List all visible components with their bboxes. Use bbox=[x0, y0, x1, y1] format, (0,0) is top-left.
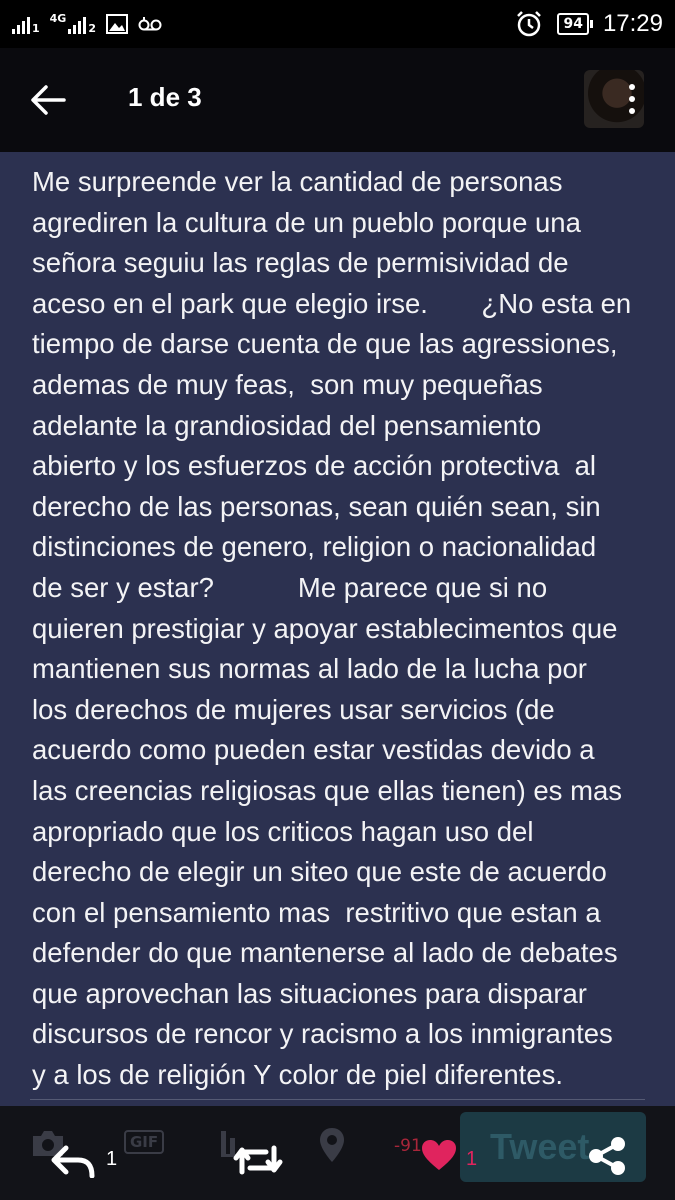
location-icon[interactable] bbox=[318, 1126, 346, 1164]
text-line: derecho de elegir un siteo que este de a… bbox=[32, 856, 607, 888]
voicemail-icon bbox=[138, 17, 162, 31]
bottom-action-bar: 1 GIF -91 Tweet 1 bbox=[0, 1106, 675, 1200]
text-panel: Me surpreende ver la cantidad de persona… bbox=[0, 152, 675, 1106]
text-line: que aprovechan las situaciones para disp… bbox=[32, 977, 587, 1009]
status-left: 1 4G 2 bbox=[12, 12, 162, 35]
text-line: aceso en el park que elegio irse. ¿No es… bbox=[32, 287, 632, 319]
body-text: Me surpreende ver la cantidad de persona… bbox=[32, 162, 675, 1096]
divider bbox=[30, 1099, 645, 1100]
sim1-label: 1 bbox=[32, 22, 40, 35]
text-line: agrediren la cultura de un pueblo porque… bbox=[32, 206, 581, 238]
top-app-bar: 1 de 3 bbox=[0, 48, 675, 152]
text-line: quieren prestigiar y apoyar establecimen… bbox=[32, 612, 618, 644]
network-type: 4G bbox=[49, 12, 67, 25]
text-line: acuerdo como pueden estar vestidas devid… bbox=[32, 734, 595, 766]
share-icon[interactable] bbox=[586, 1136, 628, 1176]
text-line: Me surpreende ver la cantidad de persona… bbox=[32, 166, 563, 197]
text-line: distinciones de genero, religion o nacio… bbox=[32, 531, 597, 563]
minus-count: -91 bbox=[394, 1136, 422, 1156]
text-line: de ser y estar? Me parece que si no bbox=[32, 571, 548, 603]
text-line: los derechos de mujeres usar servicios (… bbox=[32, 693, 555, 725]
status-bar: 1 4G 2 94 17:29 bbox=[0, 0, 675, 48]
status-right: 94 17:29 bbox=[515, 10, 663, 38]
retweet-icon[interactable] bbox=[232, 1144, 284, 1176]
sim2-label: 2 bbox=[88, 22, 96, 35]
text-line: tiempo de darse cuenta de que las agress… bbox=[32, 328, 618, 360]
battery-icon: 94 bbox=[557, 13, 594, 35]
text-line: señora seguiu las reglas de permisividad… bbox=[32, 247, 569, 279]
heart-icon[interactable] bbox=[420, 1138, 458, 1172]
text-line: abierto y los esfuerzos de acción protec… bbox=[32, 450, 597, 482]
back-arrow-icon[interactable] bbox=[28, 83, 68, 117]
status-time: 17:29 bbox=[602, 10, 663, 37]
alarm-icon bbox=[517, 11, 542, 37]
reply-count: 1 bbox=[106, 1148, 118, 1170]
page-indicator: 1 de 3 bbox=[128, 82, 202, 112]
gif-button[interactable]: GIF bbox=[124, 1130, 165, 1154]
image-icon bbox=[106, 14, 128, 34]
text-line: apropriado que los criticos hagan uso de… bbox=[32, 815, 534, 847]
signal-icon: 1 bbox=[12, 14, 40, 34]
text-line: mantienen sus normas al lado de la lucha… bbox=[32, 653, 587, 685]
text-line: derecho de las personas, sean quién sean… bbox=[32, 490, 601, 522]
like-count: 1 bbox=[466, 1148, 478, 1170]
text-line: adelante la grandiosidad del pensamiento bbox=[32, 409, 542, 441]
more-options-icon[interactable] bbox=[628, 84, 636, 116]
text-line: ademas de muy feas, son muy pequeñas bbox=[32, 368, 543, 400]
text-line: defender do que mantenerse al lado de de… bbox=[32, 937, 618, 969]
signal-4g-icon: 4G 2 bbox=[49, 12, 96, 35]
text-line: con el pensamiento mas restritivo que es… bbox=[32, 896, 601, 928]
text-line: discursos de rencor y racismo a los inmi… bbox=[32, 1018, 613, 1050]
text-line: y a los de religión Y color de piel dife… bbox=[32, 1059, 563, 1091]
reply-icon[interactable] bbox=[50, 1144, 96, 1178]
text-line: las creencias religiosas que ellas tiene… bbox=[32, 774, 623, 806]
